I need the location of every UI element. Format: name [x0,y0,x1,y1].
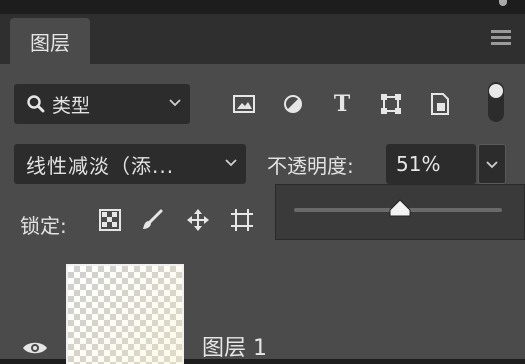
layer-thumbnail[interactable] [66,264,184,364]
toggle-knob [489,84,503,98]
lock-label: 锁定: [20,214,67,238]
pixel-layer-filter-icon[interactable] [232,92,256,116]
panel-menu-icon[interactable] [491,30,511,48]
opacity-slider-popup [275,184,525,240]
search-icon [26,94,46,114]
blend-mode-label: 线性减淡（添... [26,153,175,178]
layer-row[interactable]: 图层 1 [0,254,525,364]
filter-icon-group: T [232,91,477,117]
layers-panel: 图层 类型 T 线性减淡（添... 不透明度: 51% 锁定: 图层 1 [0,0,525,364]
lock-image-pixels-icon[interactable] [140,208,164,232]
type-layer-filter-icon[interactable]: T [330,91,354,117]
opacity-dropdown-button[interactable] [478,144,506,184]
shape-layer-filter-icon[interactable] [379,92,403,116]
opacity-value: 51% [396,152,441,176]
blend-mode-select[interactable]: 线性减淡（添... [14,144,246,184]
chevron-down-icon [486,161,498,169]
lock-transparent-pixels-icon[interactable] [98,208,122,232]
chevron-down-icon [169,99,181,107]
panel-collapse-dot[interactable] [499,0,507,6]
tab-layers[interactable]: 图层 [10,18,90,64]
chevron-down-icon [225,159,237,167]
layer-filter-kind-select[interactable]: 类型 [14,84,190,124]
smart-object-filter-icon[interactable] [428,92,452,116]
artboard-autonest-icon[interactable] [230,208,254,232]
lock-position-icon[interactable] [186,208,210,232]
opacity-input[interactable]: 51% [386,144,476,184]
visibility-eye-icon[interactable] [22,340,48,356]
panel-tab-bar: 图层 [0,14,525,64]
adjustment-layer-filter-icon[interactable] [281,92,305,116]
filter-kind-label: 类型 [52,94,91,117]
opacity-label: 不透明度: [267,154,354,178]
layer-name[interactable]: 图层 1 [202,330,267,362]
layers-panel-body: 类型 T 线性减淡（添... 不透明度: 51% 锁定: 图层 1 [0,64,525,364]
filter-toggle-switch[interactable] [488,82,504,122]
